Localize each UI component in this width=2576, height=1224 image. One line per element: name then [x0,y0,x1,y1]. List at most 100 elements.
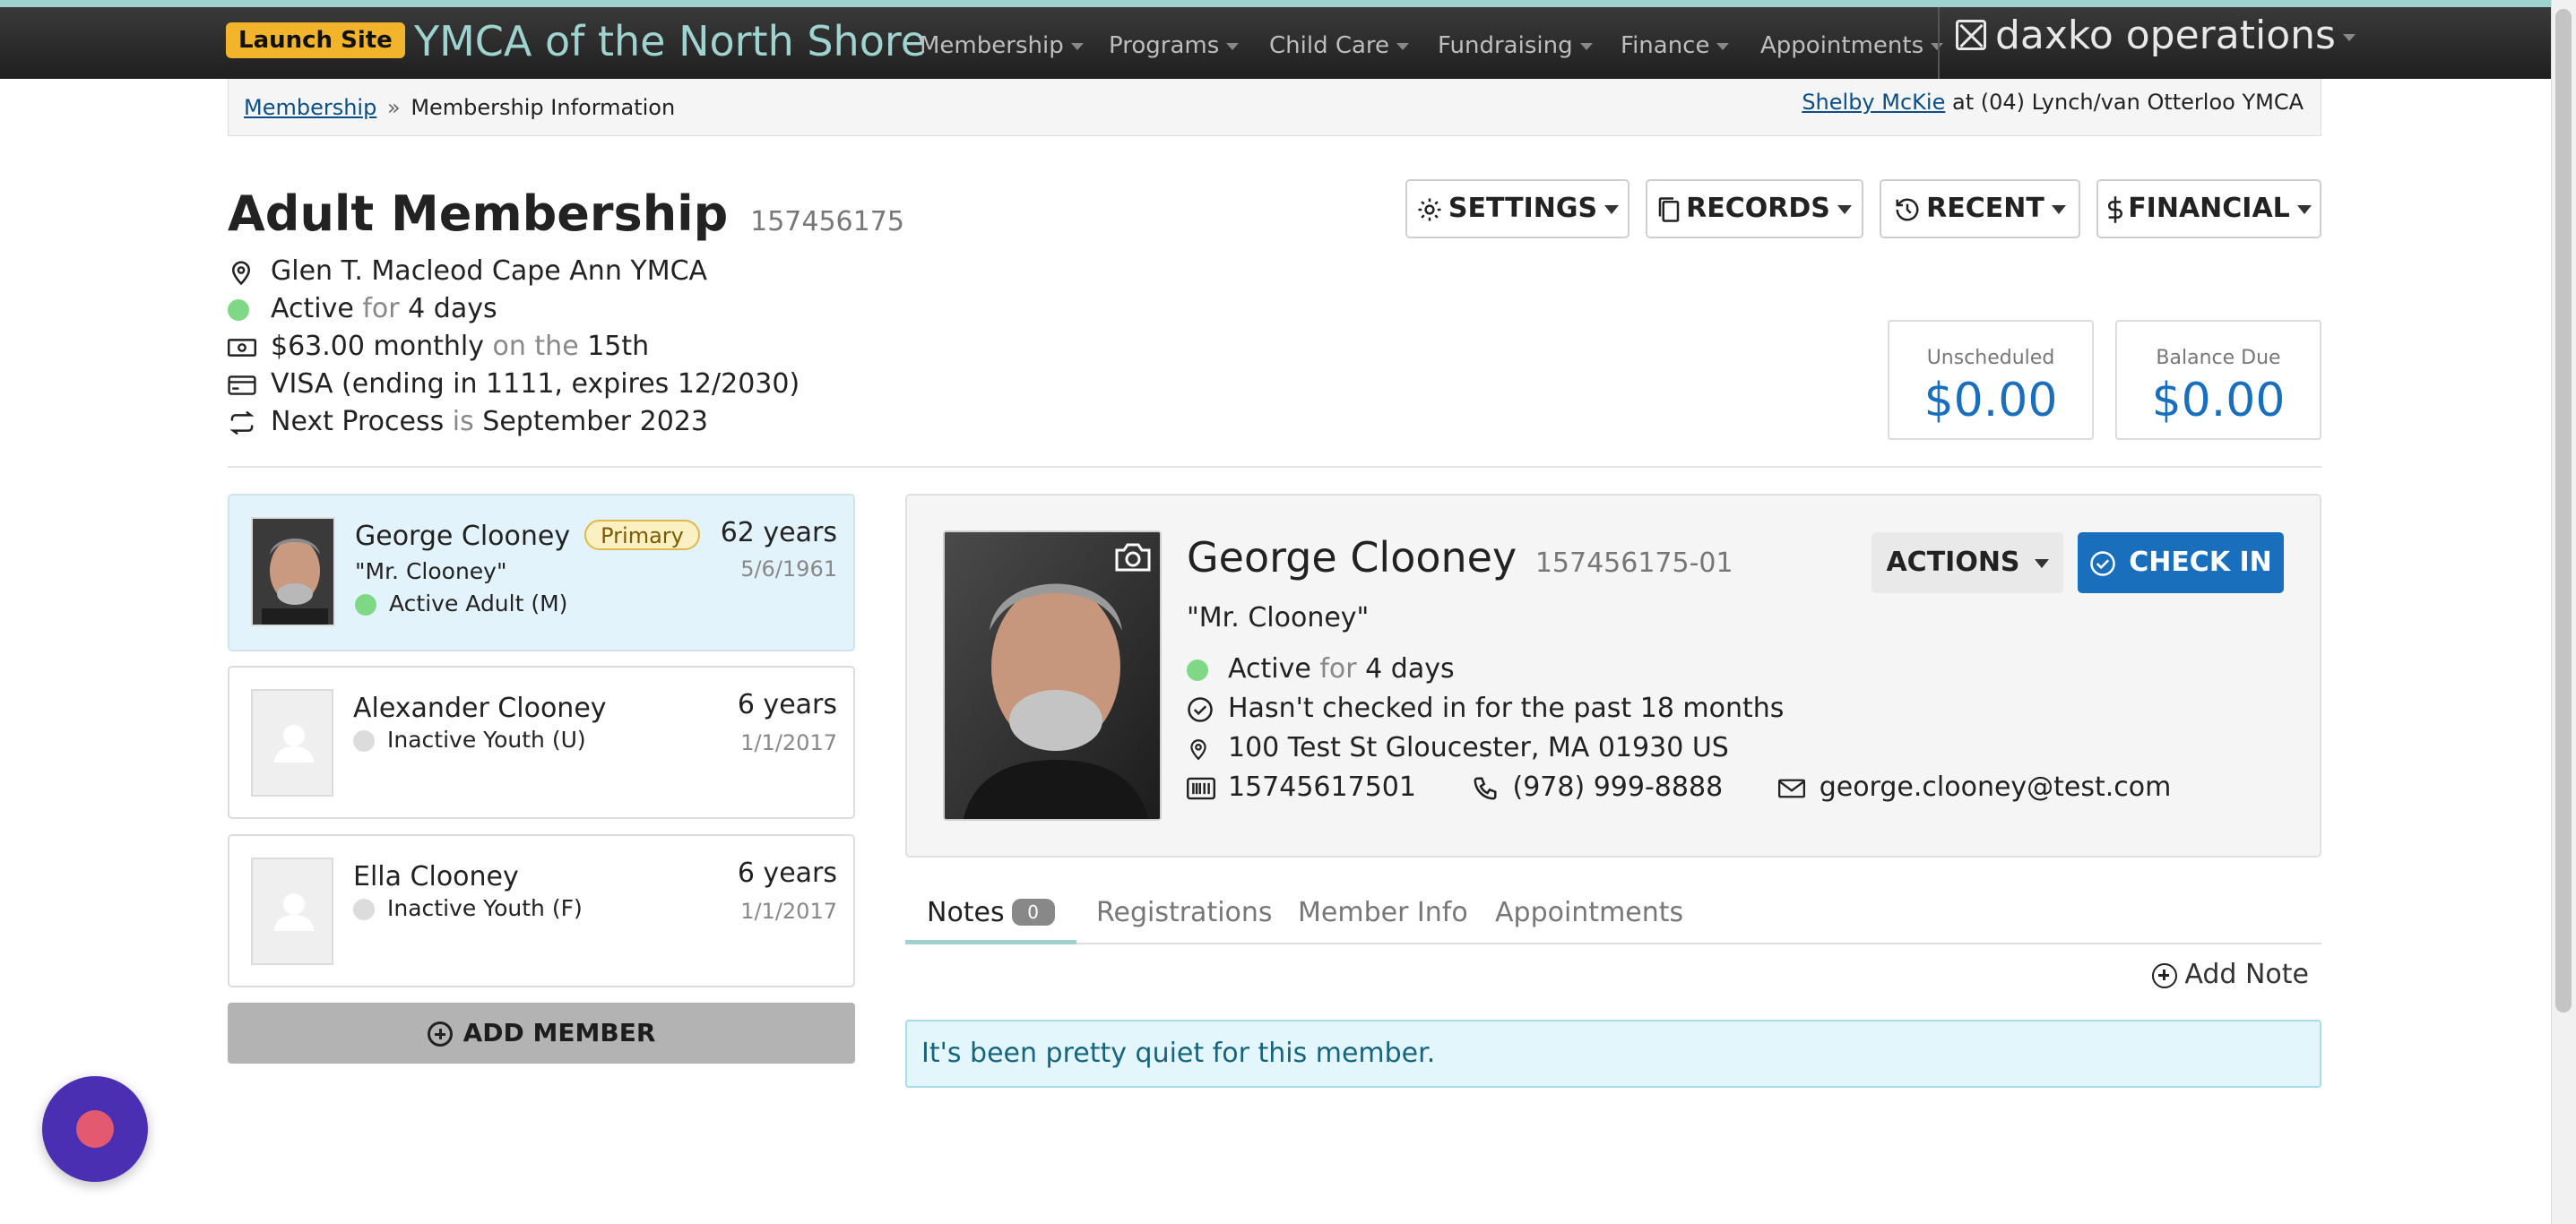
add-note-label: Add Note [2184,959,2309,990]
tab-member-info[interactable]: Member Info [1298,889,1468,944]
copy-icon [1657,196,1681,223]
nav-membership[interactable]: Membership [920,30,1084,61]
financial-label: FINANCIAL [2128,193,2290,224]
nav-label: Programs [1109,32,1220,59]
next-process-row: Next Process is September 2023 [228,404,708,440]
member-name: George Clooney Primary [355,519,700,555]
settings-label: SETTINGS [1448,193,1598,224]
nav-label: Finance [1621,32,1710,59]
nav-label: Membership [920,32,1064,59]
tab-notes[interactable]: Notes 0 [905,889,1076,944]
detail-address-row: 100 Test St Gloucester, MA 01930 US [1187,730,1729,766]
tab-registrations[interactable]: Registrations [1096,889,1273,944]
balance-due-label: Balance Due [2156,347,2281,369]
breadcrumb-membership-link[interactable]: Membership [244,95,376,120]
barcode-icon [1187,777,1215,800]
plus-circle-icon [427,1021,453,1047]
recent-button[interactable]: RECENT [1880,179,2080,238]
nav-label: Fundraising [1438,32,1573,59]
member-name: Ella Clooney [353,861,519,892]
member-dob: 1/1/2017 [740,730,837,755]
member-tabs: Notes 0 Registrations Member Info Appoint… [905,889,2321,944]
member-card-ella[interactable]: Ella Clooney Inactive Youth (F) 6 years … [228,834,855,987]
envelope-icon [1777,778,1805,799]
breadcrumb-current: Membership Information [411,95,676,120]
recent-label: RECENT [1926,193,2044,224]
tab-appointments[interactable]: Appointments [1495,889,1683,944]
user-name-link[interactable]: Shelby McKie [1802,90,1945,115]
site-name[interactable]: YMCA of the North Shore [414,16,926,66]
detail-email[interactable]: george.clooney@test.com [1820,771,2172,803]
nav-label: Appointments [1760,32,1924,59]
nav-child-care[interactable]: Child Care [1269,30,1410,61]
brand-separator [1938,7,1940,79]
membership-title: Adult Membership [228,185,729,242]
chevron-down-icon [1837,204,1852,214]
detail-checkin-row: Hasn't checked in for the past 18 months [1187,691,1784,727]
check-in-button[interactable]: CHECK IN [2078,532,2284,593]
chat-widget-button[interactable] [42,1076,148,1182]
status-indicator [228,292,258,328]
payment-row: VISA (ending in 1111, expires 12/2030) [228,366,800,402]
next-process-label: Next Process [271,406,445,437]
status-indicator [1187,652,1214,688]
member-dob: 5/6/1961 [740,556,837,582]
detail-address: 100 Test St Gloucester, MA 01930 US [1228,732,1729,763]
tab-label: Notes [927,897,1005,928]
detail-phone: (978) 999-8888 [1512,771,1724,803]
settings-button[interactable]: SETTINGS [1405,179,1629,238]
credit-card-icon [228,375,258,396]
chevron-down-icon [1070,42,1084,50]
top-accent-stripe [0,0,2576,7]
status-row: Active for 4 days [228,291,497,328]
membership-id: 157456175 [750,206,904,237]
member-nickname: "Mr. Clooney" [355,558,507,584]
chevron-down-icon [2296,204,2312,214]
section-divider [228,466,2321,468]
nav-finance[interactable]: Finance [1621,30,1730,61]
next-process-is: is [452,406,474,437]
nav-appointments[interactable]: Appointments [1760,30,1944,61]
status-for: for [362,293,400,324]
member-card-george[interactable]: George Clooney Primary "Mr. Clooney" Acti… [228,494,855,651]
add-note-button[interactable]: Add Note [2152,957,2309,993]
price-row: $63.00 monthly on the 15th [228,329,649,365]
records-label: RECORDS [1686,193,1830,224]
member-name-text: George Clooney [355,521,571,552]
launch-site-button[interactable]: Launch Site [226,22,405,58]
breadcrumb-separator: » [386,95,401,120]
nav-programs[interactable]: Programs [1109,30,1240,61]
next-process-value: September 2023 [482,406,709,437]
member-card-alexander[interactable]: Alexander Clooney Inactive Youth (U) 6 y… [228,666,855,819]
records-button[interactable]: RECORDS [1646,179,1863,238]
camera-icon[interactable] [1113,541,1153,573]
detail-name-text: George Clooney [1187,533,1517,582]
phone-icon [1472,775,1499,802]
chevron-down-icon [2342,34,2356,41]
active-status-dot [1187,659,1208,681]
unscheduled-label: Unscheduled [1926,347,2055,369]
page-scrollbar-thumb[interactable] [2555,9,2572,1013]
actions-button[interactable]: ACTIONS [1871,532,2063,593]
financial-button[interactable]: FINANCIAL [2096,179,2321,238]
map-pin-icon [228,259,258,286]
nav-fundraising[interactable]: Fundraising [1438,30,1593,61]
chevron-down-icon [1396,42,1410,50]
avatar-placeholder-icon [251,858,333,965]
page-title: Adult Membership 157456175 [228,184,904,253]
price: $63.00 monthly [271,331,484,362]
member-profile-photo[interactable] [943,530,1162,821]
repeat-icon [228,410,258,435]
unscheduled-box: Unscheduled $0.00 [1888,320,2094,440]
brand-label: daxko operations [1995,13,2336,58]
member-status: Active Adult (M) [355,589,567,619]
actions-label: ACTIONS [1886,547,2020,578]
active-status-dot [228,299,249,321]
add-member-button[interactable]: ADD MEMBER [228,1003,855,1064]
notes-count-badge: 0 [1011,899,1055,926]
member-age: 6 years [737,689,837,720]
chevron-down-icon [1604,204,1620,214]
branch-row: Glen T. Macleod Cape Ann YMCA [228,254,707,289]
chevron-down-icon [2034,558,2049,568]
daxko-brand-menu[interactable]: daxko operations [1956,11,2356,61]
